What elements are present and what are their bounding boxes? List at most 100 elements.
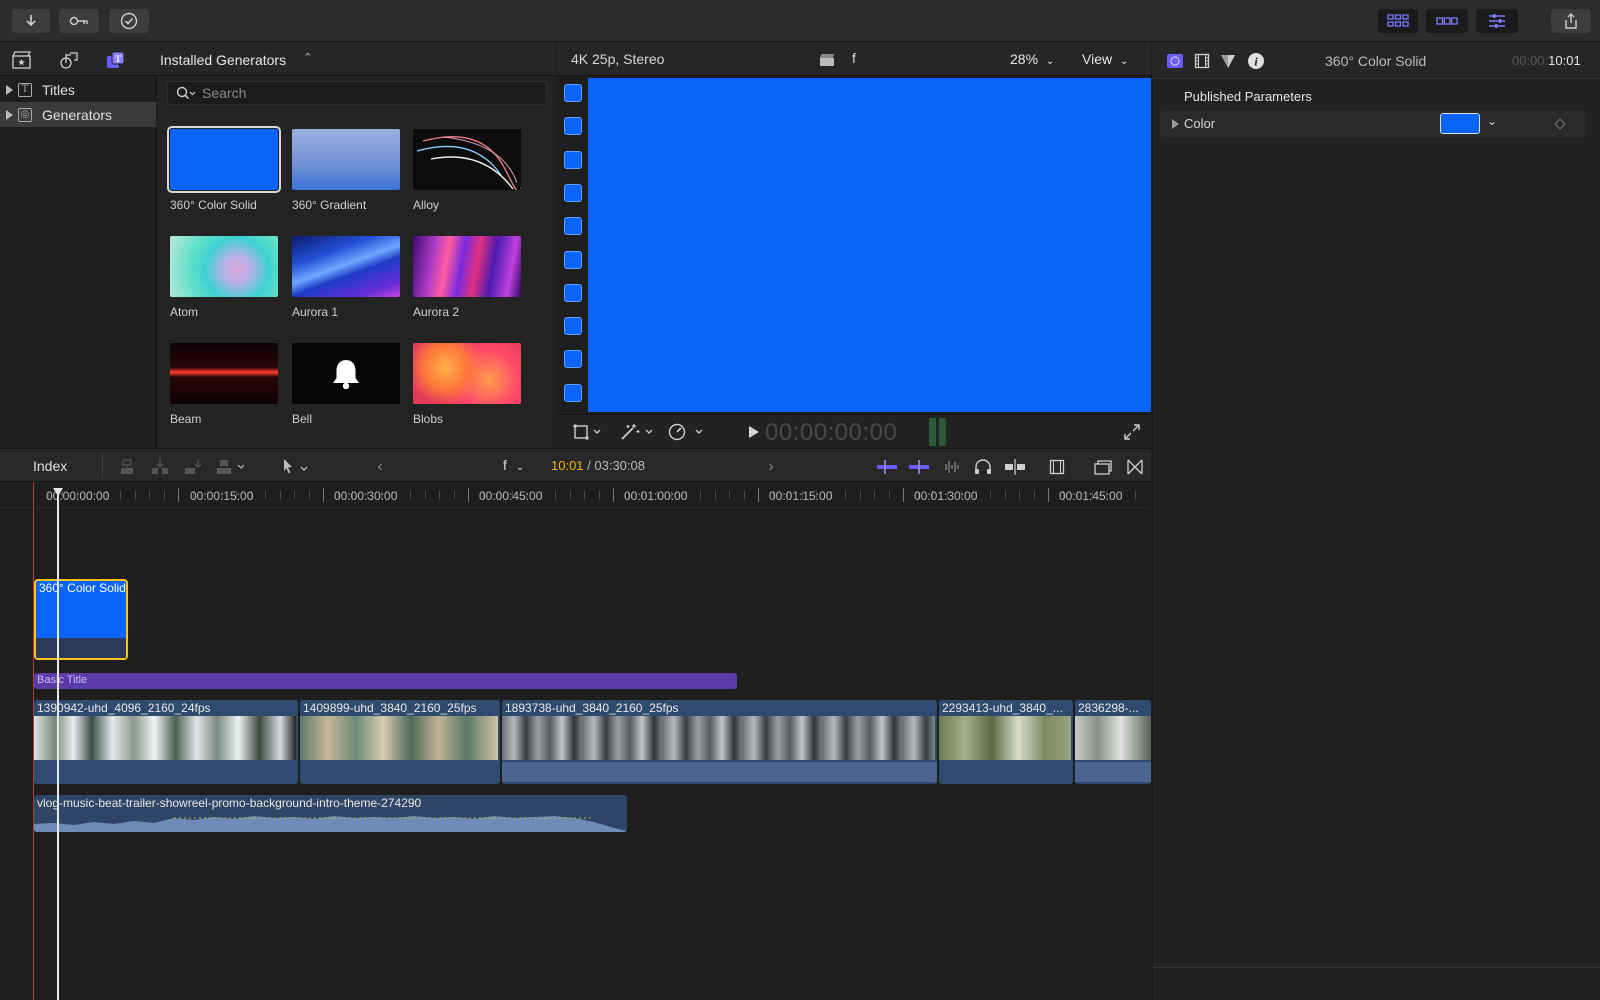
audio-clip-music[interactable]: vlog-music-beat-trailer-showreel-promo-b… — [34, 795, 627, 832]
clip-filmstrip — [300, 716, 498, 760]
sidebar-item-generators[interactable]: ◎ Generators — [0, 102, 156, 127]
generator-label: Beam — [170, 412, 202, 426]
playhead[interactable] — [57, 488, 59, 1000]
photos-audio-button[interactable] — [57, 49, 81, 71]
generator-thumbnail[interactable] — [170, 236, 278, 297]
timeline-index-layout-button[interactable] — [1092, 457, 1114, 477]
zoom-menu[interactable]: 28% ⌄ — [1010, 51, 1054, 67]
overwrite-clip-menu[interactable] — [215, 457, 249, 477]
timeline-total: / 03:30:08 — [583, 458, 645, 473]
generator-360-gradient[interactable]: 360° Gradient — [292, 129, 402, 212]
ruler-tick — [410, 491, 411, 499]
generator-thumbnail[interactable] — [413, 343, 521, 404]
generator-thumbnail[interactable] — [413, 236, 521, 297]
timeline-project-menu[interactable]: f ⌄ — [503, 457, 524, 473]
generator-360-color-solid[interactable]: 360° Color Solid — [167, 126, 281, 212]
color-well[interactable] — [1440, 113, 1480, 134]
inspector-sliders-icon — [1489, 14, 1505, 28]
ruler-tick — [599, 491, 600, 499]
connect-clip-button[interactable] — [116, 457, 138, 477]
filmstrip-icon — [1049, 459, 1065, 475]
timeline-ruler[interactable] — [0, 482, 1151, 508]
keywords-button[interactable] — [59, 9, 99, 33]
disclosure-triangle-icon[interactable] — [6, 84, 13, 95]
sidebar-item-titles[interactable]: T Titles — [0, 77, 156, 102]
generator-beam[interactable]: Beam — [170, 343, 280, 426]
primary-clip-2[interactable]: 1409899-uhd_3840_2160_25fps — [300, 700, 500, 784]
generator-aurora-1[interactable]: Aurora 1 — [292, 236, 402, 319]
info-inspector-tab[interactable]: i — [1246, 51, 1266, 71]
disclosure-triangle-icon[interactable] — [6, 109, 13, 120]
previous-item-button[interactable]: ‹ — [372, 457, 388, 477]
primary-clip-1[interactable]: 1390942-uhd_4096_2160_24fps — [34, 700, 298, 784]
generator-alloy[interactable]: Alloy — [413, 129, 523, 212]
browser-toggle-button[interactable] — [1378, 9, 1418, 33]
view-menu[interactable]: View ⌄ — [1082, 51, 1128, 67]
enhance-menu[interactable] — [617, 422, 657, 442]
media-browser-button[interactable] — [10, 49, 34, 71]
speedometer-icon — [668, 423, 703, 441]
snapping-button[interactable] — [1004, 457, 1026, 477]
disclosure-triangle-icon[interactable] — [1172, 119, 1179, 129]
solo-button[interactable] — [972, 457, 994, 477]
timeline-index-button[interactable]: Index — [33, 458, 67, 474]
primary-clip-5[interactable]: 2836298-... — [1075, 700, 1151, 784]
title-clip-basic-title[interactable]: Basic Title — [34, 673, 737, 689]
generator-aurora-2[interactable]: Aurora 2 — [413, 236, 523, 319]
generator-blobs[interactable]: Blobs — [413, 343, 523, 426]
titles-generators-button[interactable]: T — [104, 49, 128, 71]
primary-clip-4[interactable]: 2293413-uhd_3840_... — [939, 700, 1073, 784]
background-tasks-button[interactable] — [109, 9, 149, 33]
retime-menu[interactable] — [667, 422, 707, 442]
skimming-button[interactable] — [876, 457, 898, 477]
color-inspector-tab[interactable] — [1219, 52, 1237, 70]
generator-thumbnail[interactable] — [292, 129, 400, 190]
inspector-header: i 360° Color Solid 00:00:10:01 — [1152, 43, 1600, 79]
browser-title[interactable]: Installed Generators — [160, 52, 286, 68]
share-button[interactable] — [1551, 9, 1591, 33]
viewer-canvas[interactable] — [588, 78, 1151, 412]
ruler-tick — [164, 491, 165, 499]
generator-label: Alloy — [413, 198, 440, 212]
generator-bell[interactable]: Bell — [292, 343, 402, 426]
keyframe-icon[interactable] — [1554, 118, 1566, 130]
insert-clip-button[interactable] — [149, 457, 171, 477]
published-parameters-heading: Published Parameters — [1184, 89, 1312, 104]
waveform-button[interactable] — [940, 457, 962, 477]
search-input[interactable]: Search — [167, 81, 547, 105]
inspector-toggle-button[interactable] — [1476, 9, 1518, 33]
append-clip-button[interactable] — [182, 457, 204, 477]
headphones-icon — [975, 459, 991, 474]
next-item-button[interactable]: › — [763, 457, 779, 477]
generator-inspector-tab[interactable] — [1166, 52, 1184, 70]
generator-thumbnail[interactable] — [292, 236, 400, 297]
timeline-toggle-button[interactable] — [1426, 9, 1468, 33]
generator-label: Aurora 1 — [292, 305, 339, 319]
clapper-star-icon — [12, 51, 32, 69]
color-menu-chevron-icon[interactable]: ⌄ — [1487, 114, 1497, 128]
generator-thumbnail[interactable] — [170, 343, 278, 404]
effects-browser-button[interactable] — [1124, 457, 1146, 477]
fullscreen-button[interactable] — [1123, 423, 1141, 441]
connect-edit-icon — [121, 459, 133, 474]
audio-skimming-button[interactable] — [908, 457, 930, 477]
import-button[interactable] — [12, 9, 50, 33]
generator-thumbnail[interactable] — [292, 343, 400, 404]
viewer-controls: 00:00:00:00 — [557, 414, 1151, 448]
ruler-tick — [120, 491, 121, 499]
tool-select-menu[interactable] — [280, 457, 314, 477]
playhead-handle-icon[interactable] — [53, 488, 63, 496]
primary-clip-3[interactable]: 1893738-uhd_3840_2160_25fps — [502, 700, 937, 784]
insert-edit-icon — [152, 459, 168, 474]
generator-atom[interactable]: Atom — [170, 236, 280, 319]
generator-thumbnail[interactable] — [167, 126, 281, 193]
play-button[interactable] — [747, 424, 761, 440]
updown-chevron-icon[interactable]: ⌃ — [303, 51, 312, 64]
connected-clip-color-solid[interactable]: 360° Color Solid — [34, 579, 128, 660]
clip-appearance-button[interactable] — [1046, 457, 1068, 477]
video-inspector-tab[interactable] — [1193, 52, 1211, 70]
clip-label: Basic Title — [37, 674, 88, 686]
viewer-timecode[interactable]: 00:00:00:00 — [765, 419, 897, 447]
transform-menu[interactable] — [571, 422, 605, 442]
generator-thumbnail[interactable] — [413, 129, 521, 190]
